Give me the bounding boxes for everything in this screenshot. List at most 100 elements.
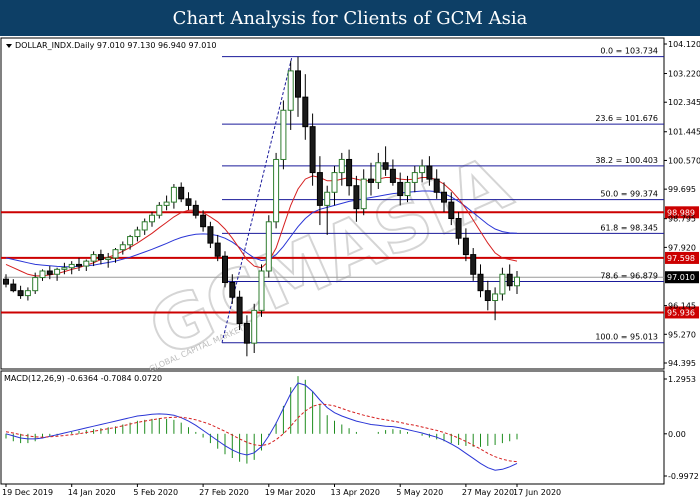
candle-body	[324, 191, 331, 206]
candle-body	[163, 201, 170, 206]
macd-tick-label: 1.2953	[668, 375, 696, 384]
candle-body	[76, 263, 82, 267]
candle-body	[192, 204, 199, 216]
candle-body	[346, 158, 353, 187]
price-tick-label: 94.395	[668, 359, 696, 368]
date-tick-label: 5 Feb 2020	[133, 488, 178, 497]
fib-label: 50.0 = 99.374	[600, 190, 658, 199]
candle-body	[3, 278, 9, 285]
price-tick-label: 97.920	[668, 243, 696, 252]
candle-body	[68, 263, 75, 269]
candle-body	[389, 168, 396, 183]
fib-label: 23.6 = 101.676	[595, 114, 658, 123]
candle-body	[397, 181, 404, 197]
candle-body	[309, 126, 316, 174]
candle-body	[207, 226, 214, 244]
candle-body	[514, 276, 520, 287]
fib-label: 100.0 = 95.013	[595, 333, 658, 342]
price-tick-label: 101.445	[668, 128, 700, 137]
price-panel-frame	[0, 37, 665, 370]
candle-body	[353, 185, 360, 210]
candle-body	[149, 214, 155, 223]
candle-body	[214, 242, 221, 257]
fib-label: 78.6 = 96.879	[600, 272, 658, 281]
chart-svg: GCMASIA GLOBAL CAPITAL MARKETS 0.0 = 103…	[0, 37, 700, 497]
candle-body	[477, 273, 484, 292]
candle-body	[433, 178, 440, 193]
candle-body	[382, 162, 389, 170]
candle-body	[134, 229, 141, 238]
candle-body	[83, 260, 90, 267]
candle-body	[185, 198, 192, 206]
price-tick-label: 103.220	[668, 70, 700, 79]
candle-body	[46, 270, 53, 275]
candle-body	[54, 268, 61, 275]
fib-label: 61.8 = 98.345	[600, 223, 658, 232]
candle-body	[119, 244, 126, 251]
candle-body	[236, 296, 243, 324]
candle-body	[280, 109, 287, 160]
candle-body	[419, 165, 426, 174]
candle-body	[331, 172, 338, 193]
candle-body	[338, 158, 345, 174]
price-tick-label: 100.570	[668, 156, 700, 165]
candle-body	[295, 70, 301, 98]
candle-body	[499, 273, 506, 295]
candle-body	[229, 281, 236, 298]
candle-body	[105, 257, 112, 261]
candle-body	[375, 162, 382, 183]
candle-body	[24, 290, 31, 297]
candle-body	[61, 267, 68, 270]
candle-body	[243, 322, 250, 344]
price-tick-label: 104.120	[668, 40, 700, 49]
candle-body	[368, 178, 374, 183]
candle-body	[112, 249, 119, 259]
candle-body	[360, 178, 367, 210]
price-tick-label: 95.270	[668, 330, 696, 339]
candle-body	[90, 254, 97, 262]
candle-body	[178, 186, 185, 200]
candle-body	[222, 255, 228, 283]
price-tick-label: 102.345	[668, 98, 700, 107]
candle-body	[97, 254, 104, 261]
candle-body	[251, 309, 258, 344]
candle-body	[170, 186, 177, 203]
candle-body	[455, 218, 462, 239]
candle-body	[17, 290, 24, 297]
candle-body	[258, 270, 265, 311]
level-price-label: 97.598	[667, 254, 695, 263]
candle-body	[448, 201, 455, 220]
candle-body	[484, 290, 491, 302]
date-tick-label: 13 Apr 2020	[331, 488, 380, 497]
candle-body	[156, 204, 163, 216]
candle-body	[506, 273, 513, 287]
date-tick-label: 19 Mar 2020	[265, 488, 316, 497]
candle-body	[441, 191, 447, 203]
macd-panel-frame	[0, 370, 665, 485]
candle-body	[265, 221, 272, 272]
candle-body	[127, 236, 134, 246]
date-tick-label: 19 Dec 2019	[2, 488, 53, 497]
candle-body	[316, 172, 323, 206]
fib-label: 38.2 = 100.403	[595, 156, 658, 165]
candle-body	[10, 283, 17, 292]
candle-body	[39, 270, 46, 279]
symbol-info: DOLLAR_INDX.Daily 97.010 97.130 96.940 9…	[15, 41, 217, 50]
candle-body	[426, 165, 433, 180]
candle-body	[200, 214, 207, 228]
candle-body	[287, 70, 294, 111]
date-tick-label: 27 Feb 2020	[199, 488, 249, 497]
price-tick-label: 99.695	[668, 185, 696, 194]
price-tick-label: 98.795	[668, 215, 696, 224]
date-tick-label: 5 May 2020	[396, 488, 443, 497]
macd-tick-label: 0.00	[668, 430, 686, 439]
candle-body	[462, 237, 469, 256]
macd-tick-label: -0.9972	[668, 472, 699, 481]
fib-label: 0.0 = 103.734	[600, 47, 658, 56]
date-tick-label: 14 Jan 2020	[68, 488, 116, 497]
candle-body	[470, 254, 477, 275]
candle-body	[273, 158, 280, 223]
macd-info: MACD(12,26,9) -0.6364 -0.7084 0.0720	[4, 374, 162, 383]
current-price-label: 97.010	[667, 273, 695, 282]
candle-body	[404, 181, 411, 197]
